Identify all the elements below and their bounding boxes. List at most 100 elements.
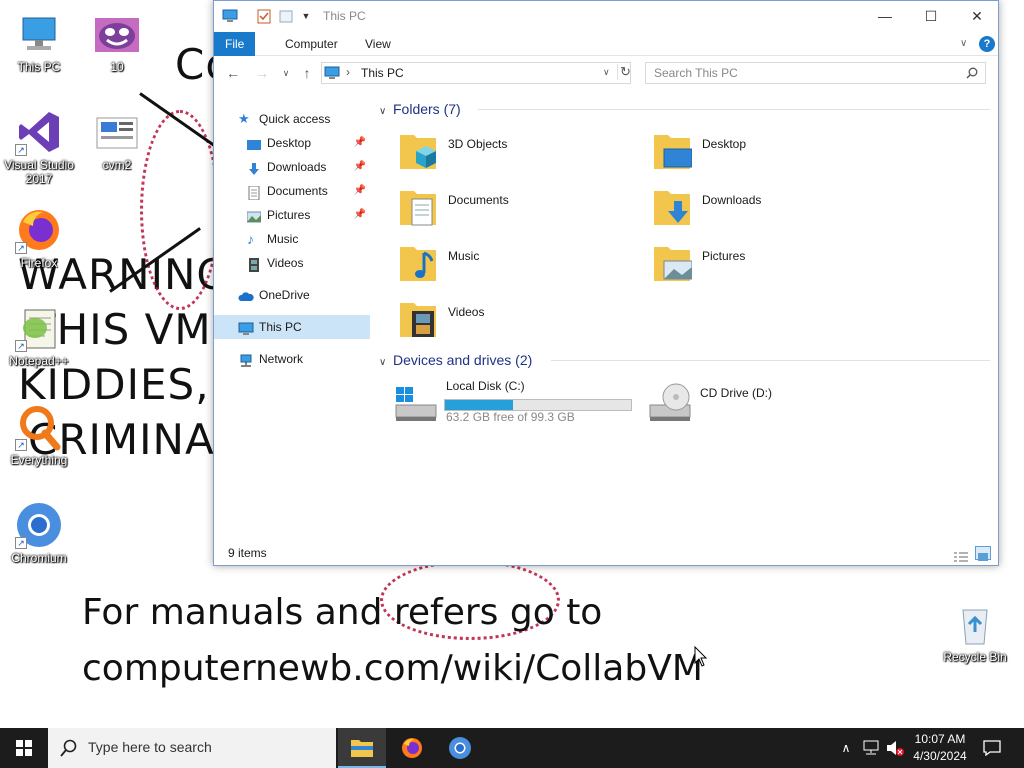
group-divider	[478, 109, 990, 110]
taskbar-search-box[interactable]: Type here to search	[48, 728, 336, 768]
sidebar-item-documents[interactable]: Documents 📌	[214, 179, 370, 203]
desktop-icon-label: 10	[110, 60, 124, 74]
desktop-icon-this-pc[interactable]: This PC	[0, 10, 78, 74]
folder-name: Documents	[448, 193, 509, 207]
help-icon[interactable]: ?	[979, 36, 995, 52]
windows-drive-icon	[394, 381, 438, 425]
details-view-icon[interactable]	[953, 547, 969, 562]
folder-item-videos[interactable]: Videos	[398, 297, 638, 351]
collapse-chevron-icon: ∨	[379, 106, 387, 117]
group-header-devices[interactable]: ∨ Devices and drives (2)	[379, 350, 532, 370]
folder-name: Downloads	[702, 193, 762, 207]
minimize-button[interactable]: —	[862, 1, 908, 32]
desktop-icon-10[interactable]: 10	[78, 10, 156, 74]
network-status-icon[interactable]	[860, 728, 882, 768]
address-location[interactable]: This PC	[361, 66, 404, 80]
folder-item-music[interactable]: Music	[398, 241, 638, 295]
sidebar-item-pictures[interactable]: Pictures 📌	[214, 203, 370, 227]
tab-file[interactable]: File	[214, 32, 256, 56]
desktop-icon-label: cvm2	[102, 158, 132, 172]
folder-item-pictures[interactable]: Pictures	[652, 241, 892, 295]
visual-studio-icon: ↗	[15, 108, 63, 156]
pictures-icon	[246, 208, 262, 223]
desktop-icon-notepadpp[interactable]: ↗ Notepad++	[0, 304, 78, 368]
large-icons-view-icon[interactable]	[975, 546, 991, 561]
sidebar-item-label: Documents	[267, 184, 328, 198]
downloads-arrow-icon	[247, 160, 261, 175]
desktop-icon-label: This PC	[17, 60, 61, 74]
sidebar-item-this-pc[interactable]: This PC	[214, 315, 370, 339]
folder-item-desktop[interactable]: Desktop	[652, 129, 892, 183]
back-arrow-icon[interactable]: ←	[223, 63, 243, 83]
volume-muted-icon[interactable]	[884, 728, 906, 768]
search-icon[interactable]	[966, 67, 978, 79]
desktop-icon-recycle-bin[interactable]: Recycle Bin	[936, 600, 1014, 664]
properties-icon[interactable]	[256, 8, 272, 24]
tab-view[interactable]: View	[354, 32, 402, 56]
sidebar-item-network[interactable]: Network	[214, 347, 370, 371]
desktop-icon-cvm2[interactable]: cvm2	[78, 108, 156, 172]
sidebar-item-label: Quick access	[259, 112, 331, 126]
pin-icon: 📌	[353, 209, 366, 220]
taskbar-app-firefox[interactable]	[388, 728, 436, 768]
sidebar-item-quick-access[interactable]: ★ Quick access	[214, 107, 370, 131]
desktop-icon-label: Visual Studio 2017	[4, 158, 74, 186]
navigation-pane: ★ Quick access Desktop 📌 Downloads 📌 Doc…	[214, 93, 371, 533]
desktop-icon-label: Everything	[10, 453, 68, 467]
close-button[interactable]: ✕	[954, 1, 1000, 32]
sidebar-item-downloads[interactable]: Downloads 📌	[214, 155, 370, 179]
folder-item-documents[interactable]: Documents	[398, 185, 638, 239]
desktop-icon-chromium[interactable]: ↗ Chromium	[0, 501, 78, 565]
new-folder-icon[interactable]	[278, 8, 294, 24]
sidebar-item-label: Music	[267, 232, 299, 246]
onedrive-cloud-icon	[238, 288, 254, 302]
address-bar[interactable]: › This PC ∨ ↻	[321, 62, 631, 84]
group-header-folders[interactable]: ∨ Folders (7)	[379, 99, 461, 119]
title-bar[interactable]: ▼ This PC — ☐ ✕	[214, 1, 998, 32]
forward-arrow-icon[interactable]: →	[252, 63, 272, 83]
up-arrow-icon[interactable]: ↑	[297, 63, 317, 83]
desktop-icon-label: Recycle Bin	[943, 650, 1007, 664]
address-dropdown-icon[interactable]: ∨	[603, 67, 610, 78]
shortcut-arrow-icon: ↗	[15, 439, 27, 451]
taskbar-clock[interactable]: 10:07 AM 4/30/2024	[908, 731, 972, 765]
desktop-icon-visual-studio[interactable]: ↗ Visual Studio 2017	[0, 108, 78, 186]
mouse-cursor-icon	[694, 646, 708, 667]
sidebar-item-videos[interactable]: Videos	[214, 251, 370, 275]
content-pane: ∨ Folders (7) 3D Objects Desktop Document…	[374, 93, 996, 533]
folder-name: Desktop	[702, 137, 747, 151]
desktop-icon-everything[interactable]: ↗ Everything	[0, 403, 78, 467]
taskbar-app-file-explorer[interactable]	[338, 728, 386, 768]
desktop-folder-icon	[247, 136, 261, 150]
sidebar-item-music[interactable]: ♪ Music	[214, 227, 370, 251]
shortcut-arrow-icon: ↗	[15, 537, 27, 549]
search-input[interactable]: Search This PC	[645, 62, 986, 84]
folder-item-downloads[interactable]: Downloads	[652, 185, 892, 239]
maximize-button[interactable]: ☐	[908, 1, 954, 32]
refresh-icon[interactable]: ↻	[617, 64, 631, 80]
ribbon-tabs: File Computer View ∨ ?	[214, 32, 998, 56]
sidebar-item-desktop[interactable]: Desktop 📌	[214, 131, 370, 155]
taskbar: Type here to search ∧ 10:07 AM 4/30/2024	[0, 728, 1024, 768]
desktop-icon-firefox[interactable]: ↗ Firefox	[0, 206, 78, 270]
wallpaper-footer-line-2: computernewb.com/wiki/CollabVM	[82, 648, 703, 689]
collapse-chevron-icon: ∨	[379, 357, 387, 368]
drive-name: CD Drive (D:)	[700, 386, 772, 400]
sidebar-item-onedrive[interactable]: OneDrive	[214, 283, 370, 307]
drive-item-cd-drive[interactable]: CD Drive (D:)	[648, 377, 848, 427]
show-hidden-icons-chevron-icon[interactable]: ∧	[836, 728, 856, 768]
recent-locations-icon[interactable]: ∨	[276, 63, 296, 83]
drive-item-local-disk[interactable]: Local Disk (C:) 63.2 GB free of 99.3 GB	[394, 377, 640, 427]
notifications-icon[interactable]	[980, 728, 1004, 768]
start-button[interactable]	[0, 728, 48, 768]
taskbar-app-chromium[interactable]	[436, 728, 484, 768]
customize-toolbar-icon[interactable]: ▼	[298, 8, 314, 24]
downloads-arrow-icon	[652, 185, 692, 229]
file-explorer-window[interactable]: ▼ This PC — ☐ ✕ File Computer View ∨ ? ←…	[213, 0, 999, 566]
tab-computer[interactable]: Computer	[274, 32, 349, 56]
expand-ribbon-icon[interactable]: ∨	[960, 38, 967, 49]
sidebar-item-label: Pictures	[267, 208, 311, 222]
folder-item-3d-objects[interactable]: 3D Objects	[398, 129, 638, 183]
item-count: 9 items	[228, 546, 267, 560]
navigation-bar: ← → ∨ ↑ › This PC ∨ ↻ Search This PC	[214, 57, 998, 89]
